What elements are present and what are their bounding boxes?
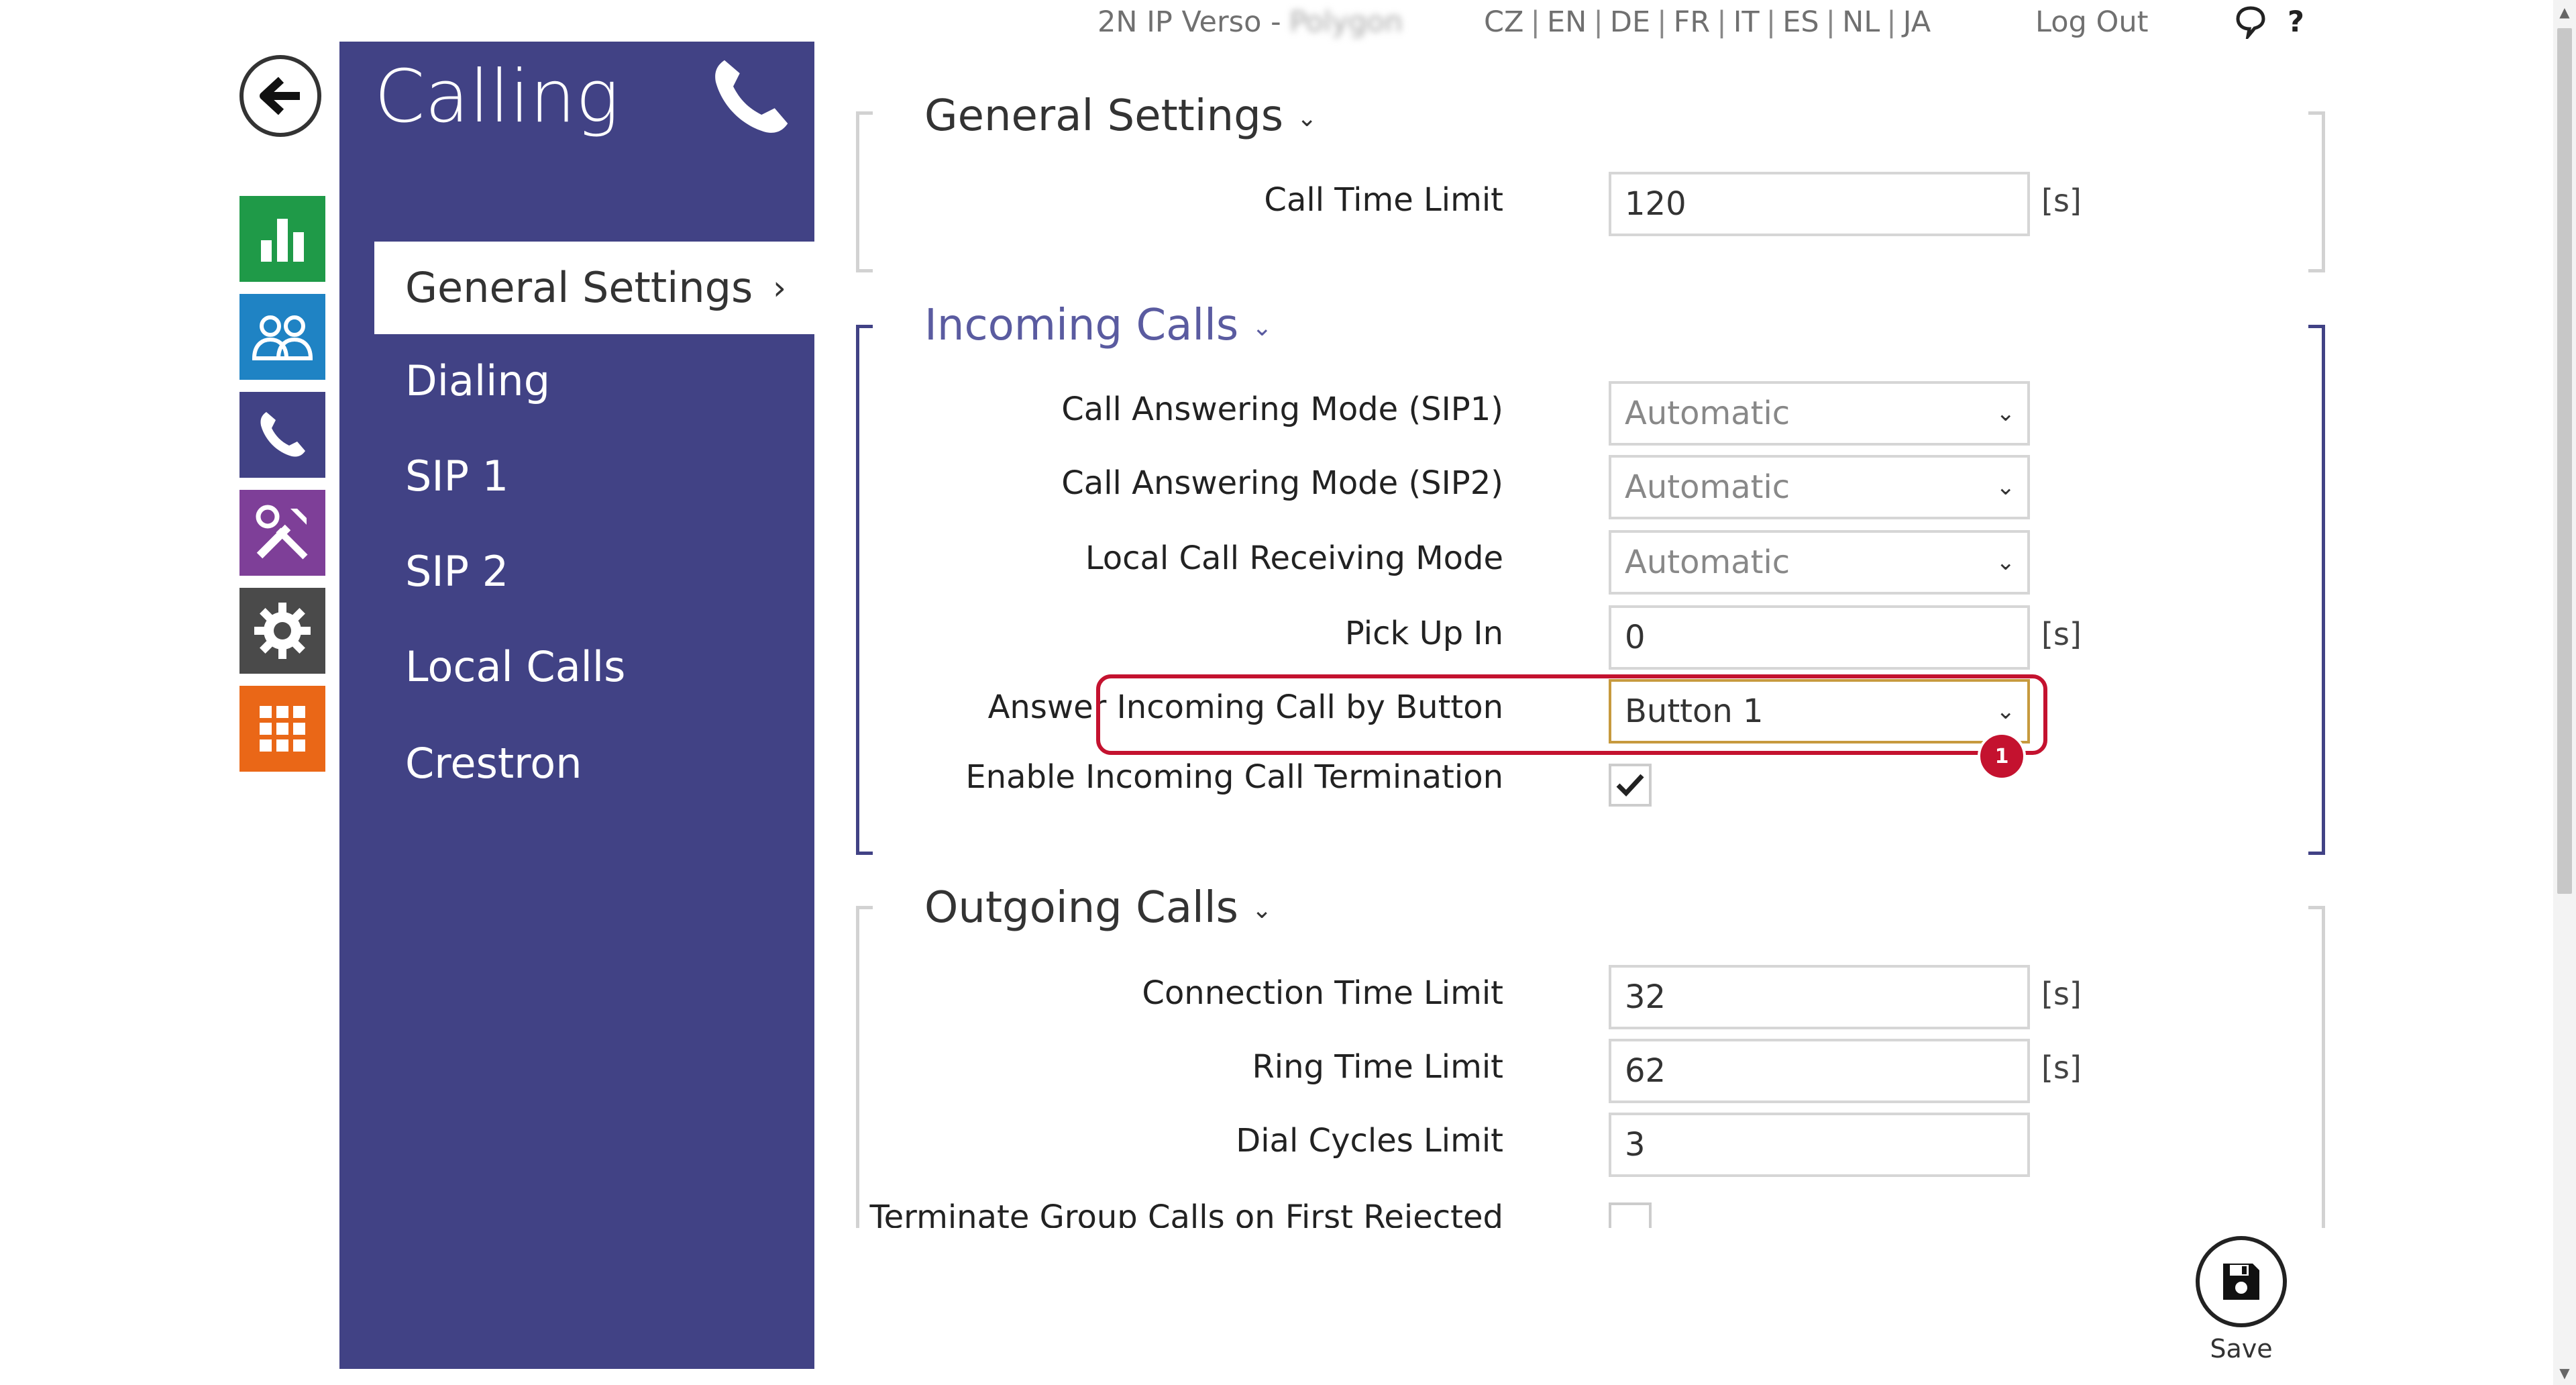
sip2-mode-label: Call Answering Mode (SIP2) <box>1061 464 1503 502</box>
terminate-group-checkbox[interactable] <box>1609 1202 1652 1228</box>
top-bar: 2N IP Verso - Polygon CZ | EN | DE | FR | IT | ES |… <box>0 5 2576 46</box>
dial-cycles-input[interactable]: 3 <box>1609 1113 2030 1177</box>
phone-icon <box>260 412 305 457</box>
save-button[interactable] <box>2196 1236 2287 1327</box>
call-termination-checkbox[interactable] <box>1609 764 1652 807</box>
device-model: 2N IP Verso - <box>1097 5 1281 39</box>
unit-label: [s] <box>2041 1049 2082 1086</box>
scroll-down-icon[interactable]: ▼ <box>2553 1361 2576 1385</box>
device-name: Polygon <box>1289 5 1403 39</box>
chevron-down-icon: ⌄ <box>1996 549 2016 576</box>
sidebar-item-label: Crestron <box>405 739 582 788</box>
chevron-right-icon: › <box>773 268 786 307</box>
chevron-down-icon: ⌄ <box>1297 104 1318 132</box>
floppy-disk-icon <box>2223 1264 2259 1300</box>
sidebar: Calling General Settings › Dialing SIP 1… <box>339 42 814 1369</box>
language-switcher: CZ | EN | DE | FR | IT | ES | NL | JA <box>1484 5 1931 39</box>
sidebar-item-sip1[interactable]: SIP 1 <box>339 429 814 523</box>
back-button[interactable] <box>239 55 321 137</box>
call-termination-label: Enable Incoming Call Termination <box>965 758 1503 796</box>
sidebar-item-label: SIP 2 <box>405 547 509 596</box>
sip2-mode-select[interactable]: Automatic ⌄ <box>1609 455 2030 519</box>
pick-up-in-input[interactable]: 0 <box>1609 605 2030 670</box>
module-system[interactable] <box>239 686 325 772</box>
ring-limit-input[interactable]: 62 <box>1609 1039 2030 1103</box>
phone-icon <box>707 54 794 141</box>
users-icon <box>252 315 313 360</box>
sidebar-item-local-calls[interactable]: Local Calls <box>339 620 814 714</box>
sidebar-item-label: SIP 1 <box>405 452 509 501</box>
unit-label: [s] <box>2041 183 2082 219</box>
chevron-down-icon: ⌄ <box>1996 400 2016 427</box>
scrollbar-thumb[interactable] <box>2557 28 2572 894</box>
checkmark-icon <box>1616 774 1644 797</box>
sidebar-item-crestron[interactable]: Crestron <box>339 717 814 811</box>
grid-icon <box>260 706 305 752</box>
call-time-limit-input[interactable]: 120 <box>1609 172 2030 236</box>
unit-label: [s] <box>2041 976 2082 1012</box>
call-time-limit-label: Call Time Limit <box>1264 181 1503 219</box>
ring-limit-label: Ring Time Limit <box>1252 1048 1503 1086</box>
sidebar-item-label: General Settings <box>405 263 753 312</box>
lang-cz[interactable]: CZ <box>1484 5 1523 39</box>
chevron-down-icon: ⌄ <box>1996 474 2016 501</box>
bar-chart-icon <box>261 219 304 262</box>
local-mode-label: Local Call Receiving Mode <box>1085 540 1503 577</box>
sidebar-item-label: Local Calls <box>405 642 626 691</box>
gear-icon <box>254 603 311 659</box>
logout-link[interactable]: Log Out <box>2035 5 2148 39</box>
connection-limit-input[interactable]: 32 <box>1609 965 2030 1029</box>
highlight-box <box>1096 674 2047 755</box>
chevron-down-icon: ⌄ <box>1252 313 1273 342</box>
lang-it[interactable]: IT <box>1733 5 1760 39</box>
lang-fr[interactable]: FR <box>1674 5 1711 39</box>
arrow-left-icon <box>260 76 300 115</box>
row-local-mode: Local Call Receiving Mode Automatic ⌄ <box>856 530 2325 597</box>
save-label: Save <box>2210 1334 2273 1364</box>
unit-label: [s] <box>2041 616 2082 652</box>
module-status[interactable] <box>239 196 325 282</box>
clip-row: Terminate Group Calls on First Rejected <box>856 1186 2325 1228</box>
chevron-down-icon: ⌄ <box>1251 896 1273 924</box>
sidebar-item-sip2[interactable]: SIP 2 <box>339 525 814 619</box>
row-sip2-mode: Call Answering Mode (SIP2) Automatic ⌄ <box>856 455 2325 522</box>
module-hardware[interactable] <box>239 490 325 576</box>
row-sip1-mode: Call Answering Mode (SIP1) Automatic ⌄ <box>856 381 2325 448</box>
row-call-time-limit: Call Time Limit 120 [s] <box>856 172 2325 239</box>
row-connection-limit: Connection Time Limit 32 [s] <box>856 965 2325 1032</box>
section-title-incoming[interactable]: Incoming Calls ⌄ <box>924 301 1272 350</box>
section-title-outgoing[interactable]: Outgoing Calls ⌄ <box>924 883 1272 933</box>
row-terminate-group: Terminate Group Calls on First Rejected <box>856 1186 2325 1228</box>
sidebar-item-dialing[interactable]: Dialing <box>339 334 814 428</box>
lang-de[interactable]: DE <box>1610 5 1650 39</box>
speech-bubble-icon[interactable] <box>2235 5 2266 46</box>
lang-nl[interactable]: NL <box>1842 5 1880 39</box>
scroll-up-icon[interactable]: ▲ <box>2553 0 2576 24</box>
row-pick-up-in: Pick Up In 0 [s] <box>856 605 2325 672</box>
local-mode-select[interactable]: Automatic ⌄ <box>1609 530 2030 595</box>
annotation-badge: 1 <box>1978 732 2026 780</box>
lang-ja[interactable]: JA <box>1903 5 1931 39</box>
row-ring-limit: Ring Time Limit 62 [s] <box>856 1039 2325 1106</box>
tools-icon <box>256 505 308 560</box>
sidebar-title: Calling <box>374 55 619 139</box>
row-dial-cycles: Dial Cycles Limit 3 <box>856 1113 2325 1180</box>
scrollbar[interactable]: ▲ ▼ <box>2553 0 2576 1385</box>
connection-limit-label: Connection Time Limit <box>1142 974 1503 1012</box>
sip1-mode-label: Call Answering Mode (SIP1) <box>1061 391 1503 428</box>
dial-cycles-label: Dial Cycles Limit <box>1236 1122 1503 1160</box>
lang-en[interactable]: EN <box>1547 5 1587 39</box>
terminate-group-label: Terminate Group Calls on First Rejected <box>869 1198 1503 1228</box>
lang-es[interactable]: ES <box>1782 5 1819 39</box>
row-call-termination: Enable Incoming Call Termination <box>856 754 2325 821</box>
module-directory[interactable] <box>239 294 325 380</box>
sidebar-item-general-settings[interactable]: General Settings › <box>374 242 814 334</box>
module-services[interactable] <box>239 588 325 674</box>
sip1-mode-select[interactable]: Automatic ⌄ <box>1609 381 2030 446</box>
pick-up-in-label: Pick Up In <box>1344 615 1503 652</box>
module-calling[interactable] <box>239 392 325 478</box>
help-icon[interactable]: ? <box>2288 5 2304 39</box>
section-title-general[interactable]: General Settings ⌄ <box>924 91 1317 141</box>
sidebar-item-label: Dialing <box>405 356 551 405</box>
